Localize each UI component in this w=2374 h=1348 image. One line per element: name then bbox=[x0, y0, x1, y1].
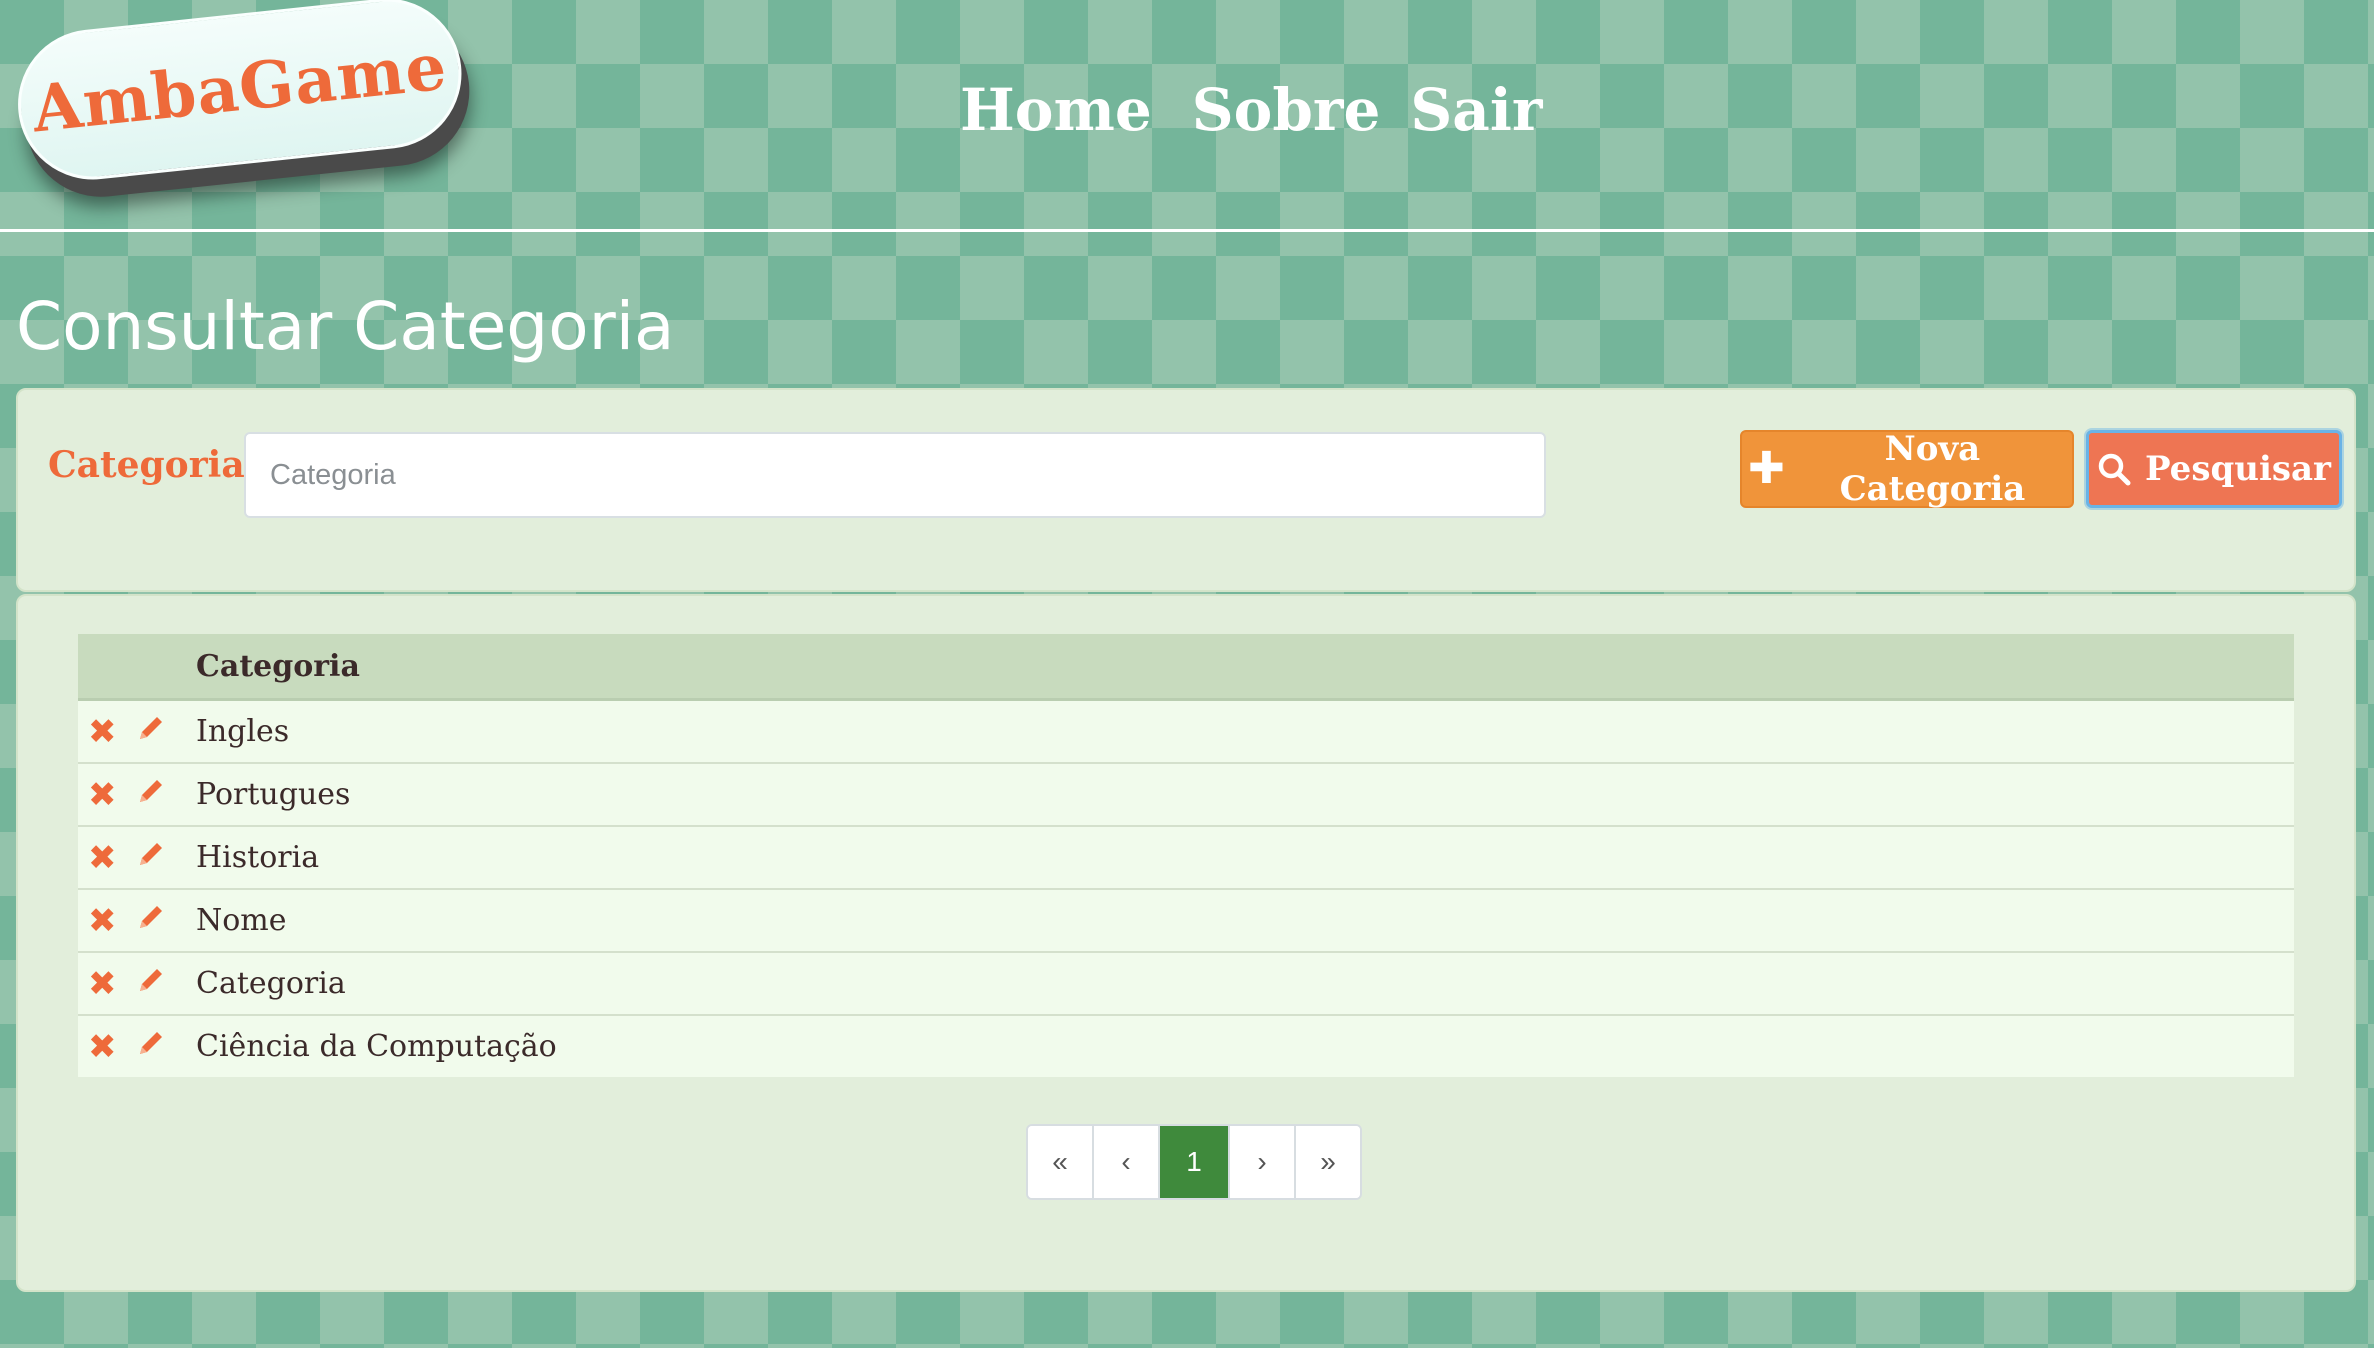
search-panel: Categoria: ✚ Nova Categoria Pesquisar bbox=[16, 388, 2356, 592]
category-label: Categoria: bbox=[48, 444, 258, 486]
row-actions: ✖ bbox=[78, 825, 196, 889]
category-column-header: Categoria bbox=[196, 634, 2294, 701]
row-actions: ✖ bbox=[78, 762, 196, 826]
page-title: Consultar Categoria bbox=[16, 288, 675, 365]
new-category-button[interactable]: ✚ Nova Categoria bbox=[1740, 429, 2074, 509]
pagination: « ‹ 1 › » bbox=[1026, 1124, 1362, 1200]
actions-column-header bbox=[78, 634, 196, 701]
category-name-cell: Portugues bbox=[196, 762, 2294, 826]
delete-icon[interactable]: ✖ bbox=[88, 712, 128, 752]
first-page-button[interactable]: « bbox=[1028, 1126, 1092, 1198]
nav-about-link[interactable]: Sobre bbox=[1192, 72, 1381, 148]
plus-icon: ✚ bbox=[1748, 443, 1785, 494]
category-name-cell: Nome bbox=[196, 888, 2294, 952]
delete-icon[interactable]: ✖ bbox=[88, 964, 128, 1004]
pencil-icon[interactable] bbox=[136, 776, 176, 814]
results-table-wrapper: Categoria ✖ Ingles ✖ Portugues ✖ Historia ✖ Nom… bbox=[78, 634, 2294, 1077]
results-panel: Categoria ✖ Ingles ✖ Portugues ✖ Historia ✖ Nom… bbox=[16, 594, 2356, 1292]
brand-logo[interactable]: AmbaGame bbox=[10, 0, 477, 205]
row-actions: ✖ bbox=[78, 951, 196, 1015]
previous-page-button[interactable]: ‹ bbox=[1092, 1126, 1158, 1198]
table-row: ✖ Ingles bbox=[78, 698, 2294, 763]
search-button-label: Pesquisar bbox=[2145, 449, 2331, 489]
category-name-cell: Ingles bbox=[196, 698, 2294, 763]
brand-name: AmbaGame bbox=[28, 29, 451, 148]
table-row: ✖ Portugues bbox=[78, 762, 2294, 826]
header-divider bbox=[0, 229, 2374, 232]
pencil-icon[interactable] bbox=[136, 902, 176, 940]
delete-icon[interactable]: ✖ bbox=[88, 838, 128, 878]
new-category-label: Nova Categoria bbox=[1839, 429, 2026, 509]
search-icon bbox=[2097, 452, 2131, 486]
table-body: ✖ Ingles ✖ Portugues ✖ Historia ✖ Nome ✖ Categori… bbox=[78, 698, 2294, 1077]
delete-icon[interactable]: ✖ bbox=[88, 1027, 128, 1067]
nav-home-link[interactable]: Home bbox=[960, 72, 1152, 148]
table-row: ✖ Historia bbox=[78, 825, 2294, 889]
pencil-icon[interactable] bbox=[136, 839, 176, 877]
category-name-cell: Historia bbox=[196, 825, 2294, 889]
table-row: ✖ Categoria bbox=[78, 951, 2294, 1015]
pencil-icon[interactable] bbox=[136, 1028, 176, 1066]
category-name-cell: Categoria bbox=[196, 951, 2294, 1015]
delete-icon[interactable]: ✖ bbox=[88, 775, 128, 815]
table-row: ✖ Ciência da Computação bbox=[78, 1014, 2294, 1077]
current-page-button[interactable]: 1 bbox=[1158, 1126, 1228, 1198]
table-header-row: Categoria bbox=[78, 634, 2294, 701]
nav-logout-link[interactable]: Sair bbox=[1410, 72, 1542, 148]
last-page-button[interactable]: » bbox=[1294, 1126, 1360, 1198]
row-actions: ✖ bbox=[78, 1014, 196, 1077]
delete-icon[interactable]: ✖ bbox=[88, 901, 128, 941]
next-page-button[interactable]: › bbox=[1228, 1126, 1294, 1198]
search-button[interactable]: Pesquisar bbox=[2086, 430, 2342, 508]
table-row: ✖ Nome bbox=[78, 888, 2294, 952]
pencil-icon[interactable] bbox=[136, 713, 176, 751]
row-actions: ✖ bbox=[78, 888, 196, 952]
pencil-icon[interactable] bbox=[136, 965, 176, 1003]
main-nav: Home Sobre Sair bbox=[960, 72, 1582, 148]
categories-table: Categoria ✖ Ingles ✖ Portugues ✖ Historia ✖ Nom… bbox=[78, 634, 2294, 1077]
category-name-cell: Ciência da Computação bbox=[196, 1014, 2294, 1077]
row-actions: ✖ bbox=[78, 698, 196, 763]
category-search-input[interactable] bbox=[244, 432, 1546, 518]
